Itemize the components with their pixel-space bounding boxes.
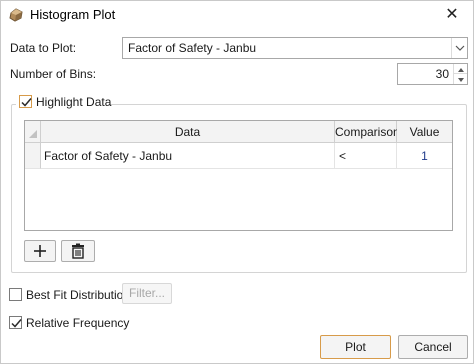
stepper-up-icon[interactable] xyxy=(453,64,467,74)
table-cell-comparison[interactable]: < xyxy=(335,143,397,169)
delete-row-button[interactable] xyxy=(61,240,95,262)
best-fit-distribution-checkbox[interactable] xyxy=(9,288,22,301)
row-header-corner xyxy=(25,121,41,143)
add-row-button[interactable] xyxy=(24,240,56,262)
column-header-data[interactable]: Data xyxy=(41,121,335,143)
number-of-bins-stepper[interactable]: 30 xyxy=(397,63,468,85)
rock-block-icon xyxy=(8,7,24,23)
relative-frequency-checkbox[interactable] xyxy=(9,316,22,329)
table-cell-data[interactable]: Factor of Safety - Janbu xyxy=(41,143,335,169)
relative-frequency-label: Relative Frequency xyxy=(26,316,130,330)
highlight-data-checkbox[interactable] xyxy=(19,95,32,108)
histogram-plot-dialog: Histogram Plot ✕ Data to Plot: Factor of… xyxy=(0,0,474,364)
title-bar: Histogram Plot ✕ xyxy=(1,1,473,29)
data-to-plot-dropdown[interactable]: Factor of Safety - Janbu xyxy=(122,37,468,59)
number-of-bins-label: Number of Bins: xyxy=(10,67,97,81)
close-icon[interactable]: ✕ xyxy=(431,1,473,29)
highlight-data-label: Highlight Data xyxy=(36,95,112,109)
highlight-table: Data Comparison Value Factor of Safety -… xyxy=(24,120,453,231)
chevron-down-icon[interactable] xyxy=(451,38,467,58)
filter-button[interactable]: Filter... xyxy=(122,283,172,304)
stepper-down-icon[interactable] xyxy=(453,74,467,84)
data-to-plot-label: Data to Plot: xyxy=(10,41,77,55)
window-title: Histogram Plot xyxy=(30,7,116,22)
plot-button[interactable]: Plot xyxy=(320,335,391,359)
table-cell-value[interactable]: 1 xyxy=(397,143,452,169)
data-to-plot-value: Factor of Safety - Janbu xyxy=(128,41,257,55)
best-fit-distribution-label: Best Fit Distribution xyxy=(26,288,131,302)
column-header-value[interactable]: Value xyxy=(397,121,452,143)
row-header[interactable] xyxy=(25,143,41,169)
column-header-comparison[interactable]: Comparison xyxy=(335,121,400,143)
cancel-button[interactable]: Cancel xyxy=(398,335,468,359)
number-of-bins-value: 30 xyxy=(435,67,449,81)
